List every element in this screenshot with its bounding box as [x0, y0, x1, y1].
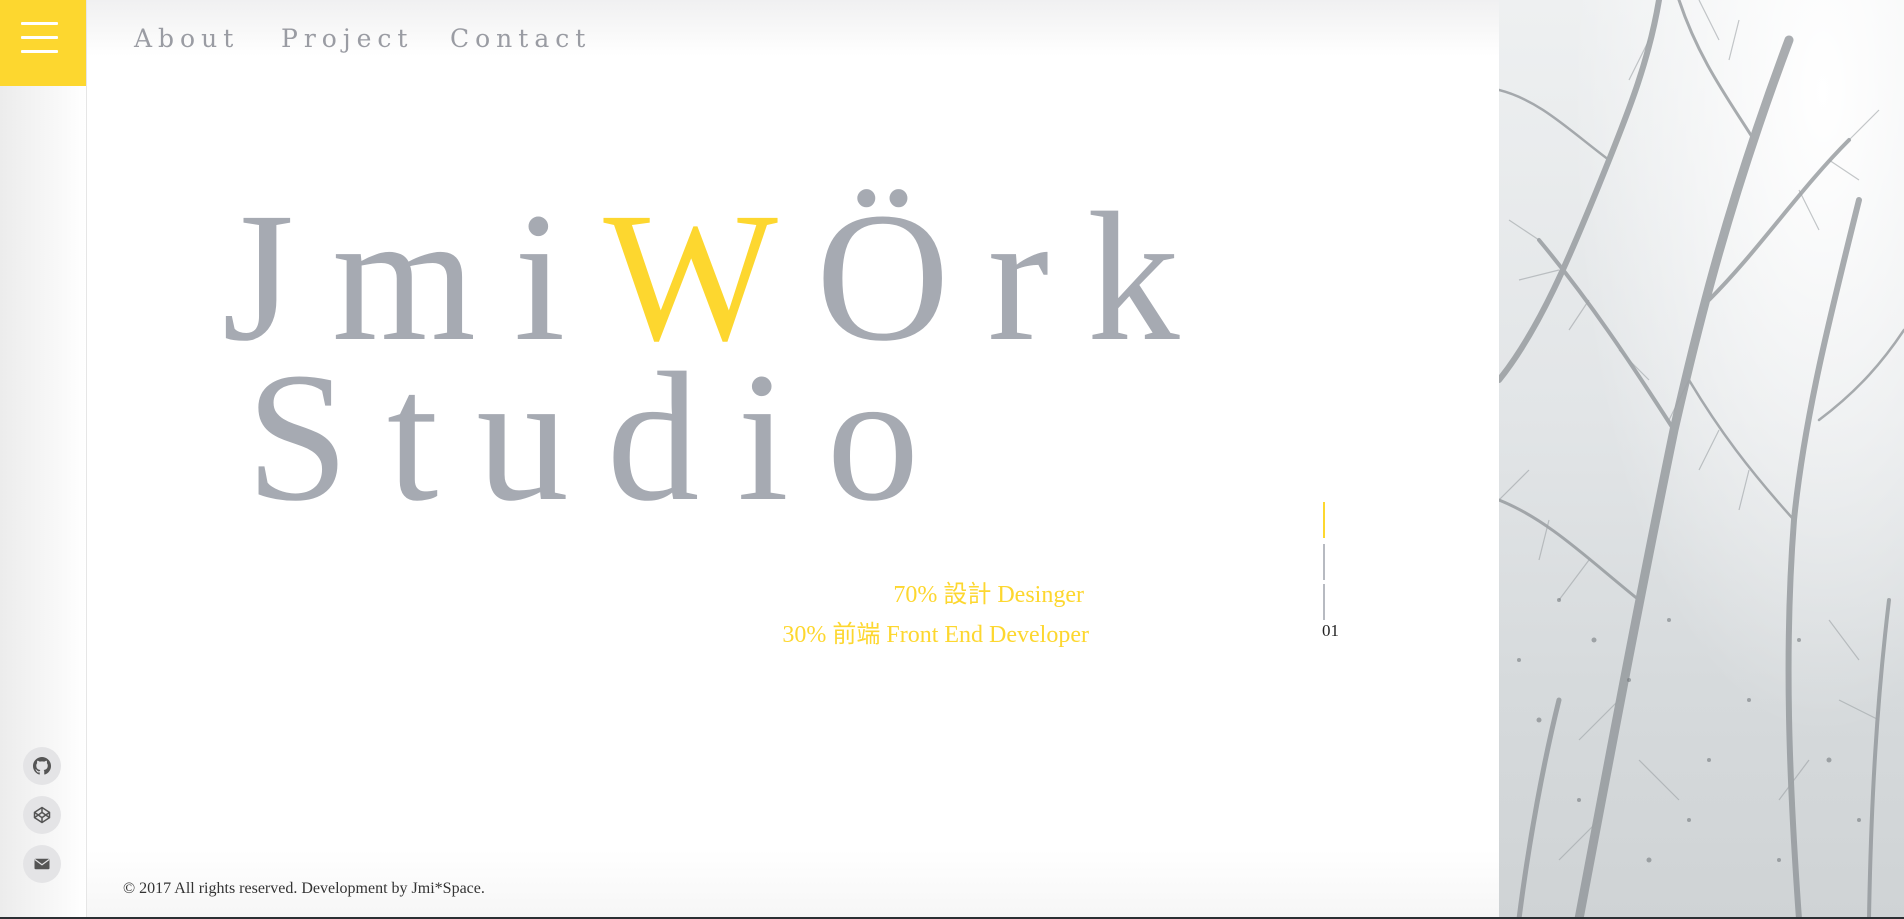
nav-about[interactable]: About	[134, 24, 239, 53]
slide-indicator-active[interactable]	[1323, 502, 1325, 538]
slide-indicator[interactable]	[1323, 544, 1325, 580]
frosted-trees-illustration	[1499, 0, 1904, 919]
menu-icon-bar	[21, 50, 58, 53]
footer: © 2017 All rights reserved. Development …	[87, 850, 1499, 919]
slide-indicator[interactable]	[1323, 584, 1325, 620]
tagline-developer: 30% 前端 Front End Developer	[782, 622, 1089, 648]
github-link[interactable]	[23, 747, 61, 785]
hamburger-menu-button[interactable]	[0, 0, 86, 86]
tagline-designer: 70% 設計 Desinger	[893, 582, 1084, 608]
nav-contact[interactable]: Contact	[450, 24, 591, 53]
hero-image-frosted-trees	[1499, 0, 1904, 919]
hero-subtitle: Studio	[246, 335, 958, 540]
github-icon	[33, 757, 51, 775]
mail-icon	[34, 858, 50, 870]
top-nav: About Project Contact	[87, 0, 1499, 56]
copyright-text: © 2017 All rights reserved. Development …	[123, 880, 485, 897]
codepen-icon	[33, 806, 51, 824]
sidebar	[0, 0, 87, 919]
mail-link[interactable]	[23, 845, 61, 883]
menu-icon	[21, 22, 58, 25]
nav-project[interactable]: Project	[281, 24, 413, 53]
hero-title: JmiWÖrk Studio	[222, 185, 1218, 540]
codepen-link[interactable]	[23, 796, 61, 834]
slide-number: 01	[1322, 621, 1339, 640]
menu-icon-bar	[21, 36, 58, 39]
